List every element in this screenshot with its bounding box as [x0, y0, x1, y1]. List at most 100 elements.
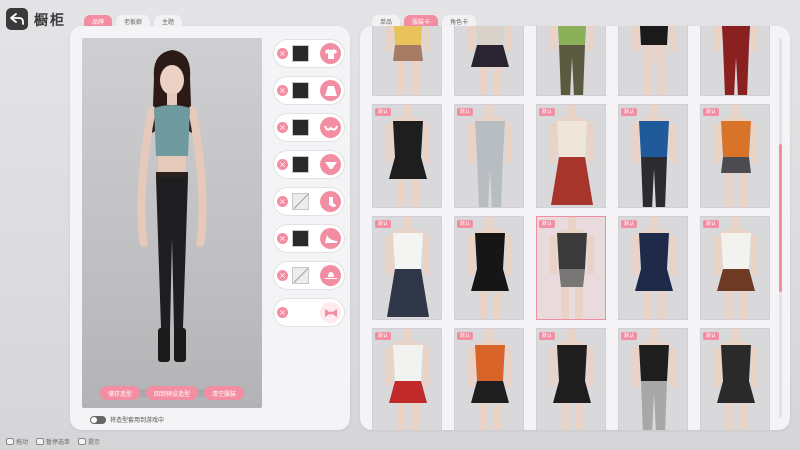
mouse-icon [6, 438, 14, 445]
mannequin-outfit [386, 217, 430, 317]
slot-shoes[interactable]: × [274, 225, 344, 252]
apply-to-game-toggle-row: 将造型套用到游戏中 [90, 415, 164, 424]
hint-drag: 拖动 [6, 437, 28, 446]
slot-panties[interactable]: × [274, 151, 344, 178]
slot-skirt[interactable]: × [274, 77, 344, 104]
slot-thumbnail [292, 82, 309, 99]
equipment-slots: × × × × × × × × [274, 40, 344, 326]
mannequin-outfit [386, 329, 430, 430]
mannequin-outfit [632, 105, 676, 207]
remove-icon[interactable]: × [277, 196, 288, 207]
outfit-card[interactable]: 默认 [372, 104, 442, 208]
mannequin-outfit [386, 26, 430, 95]
default-badge: 默认 [621, 108, 638, 116]
default-badge: 默认 [539, 220, 556, 228]
outfit-card[interactable]: 默认 [454, 216, 524, 320]
skirt-icon [320, 80, 341, 101]
apply-to-game-toggle[interactable] [90, 415, 106, 424]
preview-actions: 储存造型 回到预设造型 清空服装 [82, 386, 262, 400]
mannequin-outfit [714, 329, 758, 430]
slot-socks[interactable]: × [274, 188, 344, 215]
outfit-card[interactable] [536, 26, 606, 96]
apply-to-game-label: 将造型套用到游戏中 [110, 417, 165, 424]
outfit-card[interactable]: 默认 [536, 328, 606, 430]
slot-accessory[interactable]: × [274, 299, 344, 326]
outfit-card[interactable] [700, 26, 770, 96]
default-badge: 默认 [703, 220, 720, 228]
hint-pause-menu: 暂停选单 [36, 437, 70, 446]
remove-icon[interactable]: × [277, 85, 288, 96]
outfit-card[interactable] [454, 26, 524, 96]
outfit-card[interactable]: 默认 [372, 216, 442, 320]
bow-icon [320, 302, 341, 323]
hat-icon [320, 265, 341, 286]
tshirt-icon [320, 43, 341, 64]
heel-icon [320, 228, 341, 249]
slot-top[interactable]: × [274, 40, 344, 67]
page-title: 橱柜 [34, 13, 66, 29]
default-badge: 默认 [375, 108, 392, 116]
slot-thumbnail [292, 230, 309, 247]
outfit-card[interactable]: 默认 [618, 216, 688, 320]
outfit-card-panel: 默认 默认 默认 默认 默认 默认 默认 默认 默认 默认 默认 默认 默认 默认 默认 [360, 26, 790, 430]
mannequin-outfit [468, 217, 512, 319]
outfit-card[interactable]: 默认 [618, 104, 688, 208]
default-badge: 默认 [621, 220, 638, 228]
back-arrow-icon [10, 13, 24, 25]
default-badge: 默认 [539, 108, 556, 116]
clear-clothes-button[interactable]: 清空服装 [204, 386, 245, 400]
outfit-card[interactable]: 默认 [536, 104, 606, 208]
slot-thumbnail [292, 267, 309, 284]
outfit-card[interactable]: 默认 [454, 104, 524, 208]
mannequin-outfit [632, 217, 676, 319]
esc-key-icon [36, 438, 45, 445]
outfit-card[interactable] [372, 26, 442, 96]
outfit-card[interactable]: 默认 [700, 104, 770, 208]
default-badge: 默认 [621, 332, 638, 340]
remove-icon[interactable]: × [277, 233, 288, 244]
remove-icon[interactable]: × [277, 122, 288, 133]
remove-icon[interactable]: × [277, 270, 288, 281]
mannequin-outfit [468, 105, 512, 207]
mannequin-outfit [550, 329, 594, 430]
remove-icon[interactable]: × [277, 48, 288, 59]
default-badge: 默认 [703, 108, 720, 116]
back-button[interactable] [6, 8, 28, 30]
outfit-card[interactable]: 默认 [700, 216, 770, 320]
outfit-card[interactable]: 默认 [700, 328, 770, 430]
mannequin-outfit [714, 26, 758, 95]
reset-default-button[interactable]: 回到预设造型 [145, 386, 198, 400]
remove-icon[interactable]: × [277, 159, 288, 170]
outfit-card[interactable]: 默认 [372, 328, 442, 430]
mannequin-outfit [714, 217, 758, 319]
sock-icon [320, 191, 341, 212]
slot-bra[interactable]: × [274, 114, 344, 141]
bra-icon [320, 117, 341, 138]
character-preview[interactable]: 储存造型 回到预设造型 清空服装 [82, 38, 262, 408]
slot-thumbnail [292, 45, 309, 62]
outfit-grid: 默认 默认 默认 默认 默认 默认 默认 默认 默认 默认 默认 默认 默认 默认 默认 [372, 26, 770, 430]
character-figure [132, 50, 212, 399]
mannequin-outfit [550, 26, 594, 95]
outfit-card[interactable] [618, 26, 688, 96]
default-badge: 默认 [457, 220, 474, 228]
slot-thumbnail [292, 156, 309, 173]
hint-tips: 提示 [78, 437, 100, 446]
save-outfit-button[interactable]: 储存造型 [99, 386, 140, 400]
outfit-card[interactable]: 默认 [618, 328, 688, 430]
scrollbar[interactable] [779, 38, 782, 418]
default-badge: 默认 [375, 220, 392, 228]
slot-hat[interactable]: × [274, 262, 344, 289]
remove-icon[interactable]: × [277, 307, 288, 318]
scrollbar-thumb[interactable] [779, 144, 782, 292]
control-hints: 拖动 暂停选单 提示 [6, 437, 100, 446]
default-badge: 默认 [703, 332, 720, 340]
outfit-card[interactable]: 默认 [536, 216, 606, 320]
default-badge: 默认 [457, 108, 474, 116]
outfit-card[interactable]: 默认 [454, 328, 524, 430]
default-badge: 默认 [375, 332, 392, 340]
slot-thumbnail [292, 119, 309, 136]
slot-thumbnail [292, 193, 309, 210]
character-panel: 储存造型 回到预设造型 清空服装 × × × × × × × × 将造型套用到游… [70, 26, 350, 430]
default-badge: 默认 [539, 332, 556, 340]
